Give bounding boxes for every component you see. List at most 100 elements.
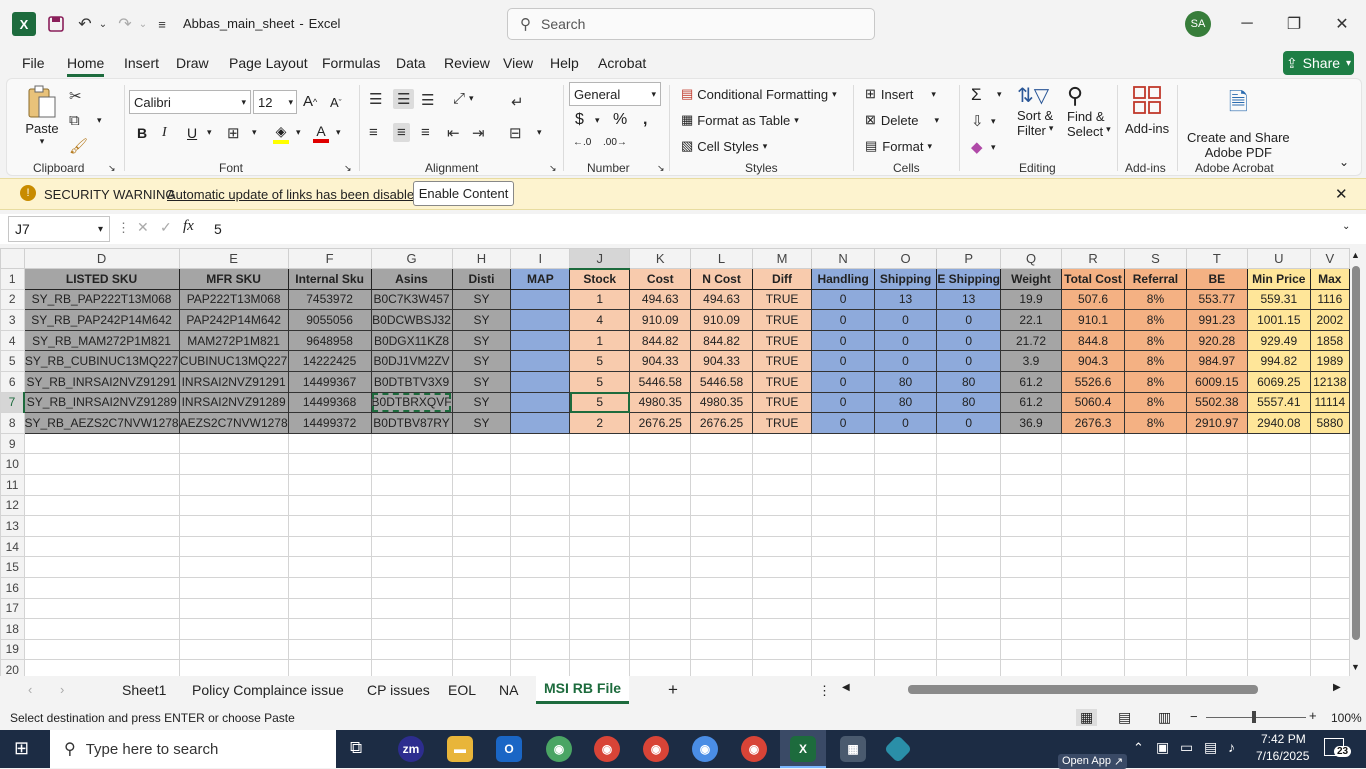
empty-cell[interactable]: [629, 535, 692, 558]
insert-function-icon[interactable]: fx: [183, 218, 194, 235]
empty-cell[interactable]: [178, 494, 289, 517]
menu-help[interactable]: Help: [550, 55, 579, 71]
underline-icon[interactable]: U: [187, 125, 197, 141]
data-cell[interactable]: SY_RB_INRSAI2NVZ91291: [23, 370, 180, 393]
empty-cell[interactable]: [811, 618, 875, 640]
column-header-l[interactable]: L: [690, 248, 753, 269]
outlook-icon[interactable]: O: [496, 736, 522, 762]
header-cell[interactable]: Diff: [751, 268, 813, 290]
header-cell[interactable]: Max: [1309, 268, 1350, 290]
data-cell[interactable]: 0: [936, 329, 1002, 352]
empty-cell[interactable]: [1124, 618, 1187, 640]
data-cell[interactable]: 6009.15: [1185, 370, 1248, 393]
data-cell[interactable]: 920.28: [1185, 329, 1248, 352]
empty-cell[interactable]: [510, 432, 571, 455]
fill-dropdown-icon[interactable]: ▾: [991, 116, 996, 127]
increase-indent-icon[interactable]: ⇥: [472, 124, 485, 142]
empty-cell[interactable]: [510, 638, 571, 661]
header-cell[interactable]: Cost: [629, 268, 692, 290]
empty-cell[interactable]: [1185, 515, 1248, 537]
empty-cell[interactable]: [690, 535, 753, 558]
empty-cell[interactable]: [873, 494, 938, 517]
zoom-level[interactable]: 100%: [1331, 711, 1362, 725]
empty-cell[interactable]: [23, 597, 180, 620]
data-cell[interactable]: B0DTBRXQVF: [370, 391, 453, 414]
align-bottom-icon[interactable]: ☰: [421, 91, 434, 109]
number-launcher-icon[interactable]: ↘: [657, 163, 665, 174]
empty-cell[interactable]: [1185, 638, 1248, 661]
header-cell[interactable]: Shipping: [873, 268, 938, 290]
data-cell[interactable]: 14222425: [287, 350, 372, 372]
header-cell[interactable]: Internal Sku: [287, 268, 372, 290]
empty-cell[interactable]: [873, 556, 938, 578]
column-header-o[interactable]: O: [873, 248, 938, 269]
add-sheet-icon[interactable]: +: [668, 680, 678, 700]
empty-cell[interactable]: [873, 453, 938, 475]
data-cell[interactable]: 2676.25: [629, 412, 692, 434]
empty-cell[interactable]: [1246, 659, 1311, 676]
data-cell[interactable]: 5060.4: [1060, 391, 1126, 414]
header-cell[interactable]: Stock: [569, 268, 631, 290]
delete-cells-button[interactable]: ⊠ Delete ▾: [865, 112, 939, 128]
font-color-icon[interactable]: A: [313, 123, 329, 143]
empty-cell[interactable]: [370, 618, 453, 640]
tab-na[interactable]: NA: [499, 682, 518, 698]
empty-cell[interactable]: [510, 515, 571, 537]
empty-cell[interactable]: [1124, 597, 1187, 620]
zoom-out-icon[interactable]: −: [1190, 709, 1198, 724]
empty-cell[interactable]: [936, 535, 1002, 558]
empty-cell[interactable]: [569, 618, 631, 640]
column-header-u[interactable]: U: [1246, 248, 1311, 269]
menu-page-layout[interactable]: Page Layout: [229, 55, 308, 71]
data-cell[interactable]: 1: [569, 288, 631, 311]
currency-dropdown-icon[interactable]: ▾: [595, 115, 600, 126]
save-icon[interactable]: [44, 12, 68, 36]
empty-cell[interactable]: [811, 473, 875, 496]
data-cell[interactable]: 994.82: [1246, 350, 1311, 372]
menu-formulas[interactable]: Formulas: [322, 55, 380, 71]
data-cell[interactable]: 494.63: [690, 288, 753, 311]
empty-cell[interactable]: [811, 576, 875, 599]
column-header-m[interactable]: M: [751, 248, 813, 269]
empty-cell[interactable]: [751, 556, 813, 578]
empty-cell[interactable]: [569, 556, 631, 578]
data-cell[interactable]: 904.3: [1060, 350, 1126, 372]
empty-cell[interactable]: [690, 453, 753, 475]
empty-cell[interactable]: [451, 618, 512, 640]
tray-battery-icon[interactable]: ▭: [1180, 739, 1193, 756]
data-cell[interactable]: 80: [873, 370, 938, 393]
row-header[interactable]: 2: [0, 288, 25, 311]
row-header[interactable]: 7: [0, 391, 25, 414]
empty-cell[interactable]: [178, 556, 289, 578]
row-header[interactable]: 18: [0, 618, 25, 640]
data-cell[interactable]: SY_RB_PAP242P14M642: [23, 309, 180, 331]
data-cell[interactable]: 8%: [1124, 350, 1187, 372]
create-pdf-button[interactable]: 🗎 Create and Share Adobe PDF: [1187, 85, 1290, 160]
empty-cell[interactable]: [451, 638, 512, 661]
customize-qat-icon[interactable]: ≡: [154, 12, 170, 36]
row-header[interactable]: 10: [0, 453, 25, 475]
empty-cell[interactable]: [1185, 453, 1248, 475]
insert-cells-button[interactable]: ⊞ Insert ▾: [865, 86, 936, 102]
data-cell[interactable]: 11114: [1309, 391, 1350, 414]
orientation-icon[interactable]: ⤢: [453, 90, 465, 107]
menu-draw[interactable]: Draw: [176, 55, 209, 71]
empty-cell[interactable]: [569, 576, 631, 599]
menu-home[interactable]: Home: [67, 55, 105, 77]
empty-cell[interactable]: [873, 618, 938, 640]
data-cell[interactable]: 0: [873, 329, 938, 352]
empty-cell[interactable]: [287, 597, 372, 620]
empty-cell[interactable]: [1309, 638, 1350, 661]
hscroll-right-icon[interactable]: ▶: [1333, 682, 1341, 693]
empty-cell[interactable]: [1246, 432, 1311, 455]
empty-cell[interactable]: [873, 638, 938, 661]
empty-cell[interactable]: [1309, 618, 1350, 640]
zoom-app-icon[interactable]: zm: [398, 736, 424, 762]
column-header-v[interactable]: V: [1309, 248, 1350, 269]
empty-cell[interactable]: [936, 638, 1002, 661]
row-header[interactable]: 8: [0, 412, 25, 434]
empty-cell[interactable]: [811, 535, 875, 558]
italic-icon[interactable]: I: [162, 125, 167, 141]
redo-icon[interactable]: ↷: [114, 12, 136, 36]
open-app-tooltip[interactable]: Open App ↗: [1058, 754, 1128, 769]
